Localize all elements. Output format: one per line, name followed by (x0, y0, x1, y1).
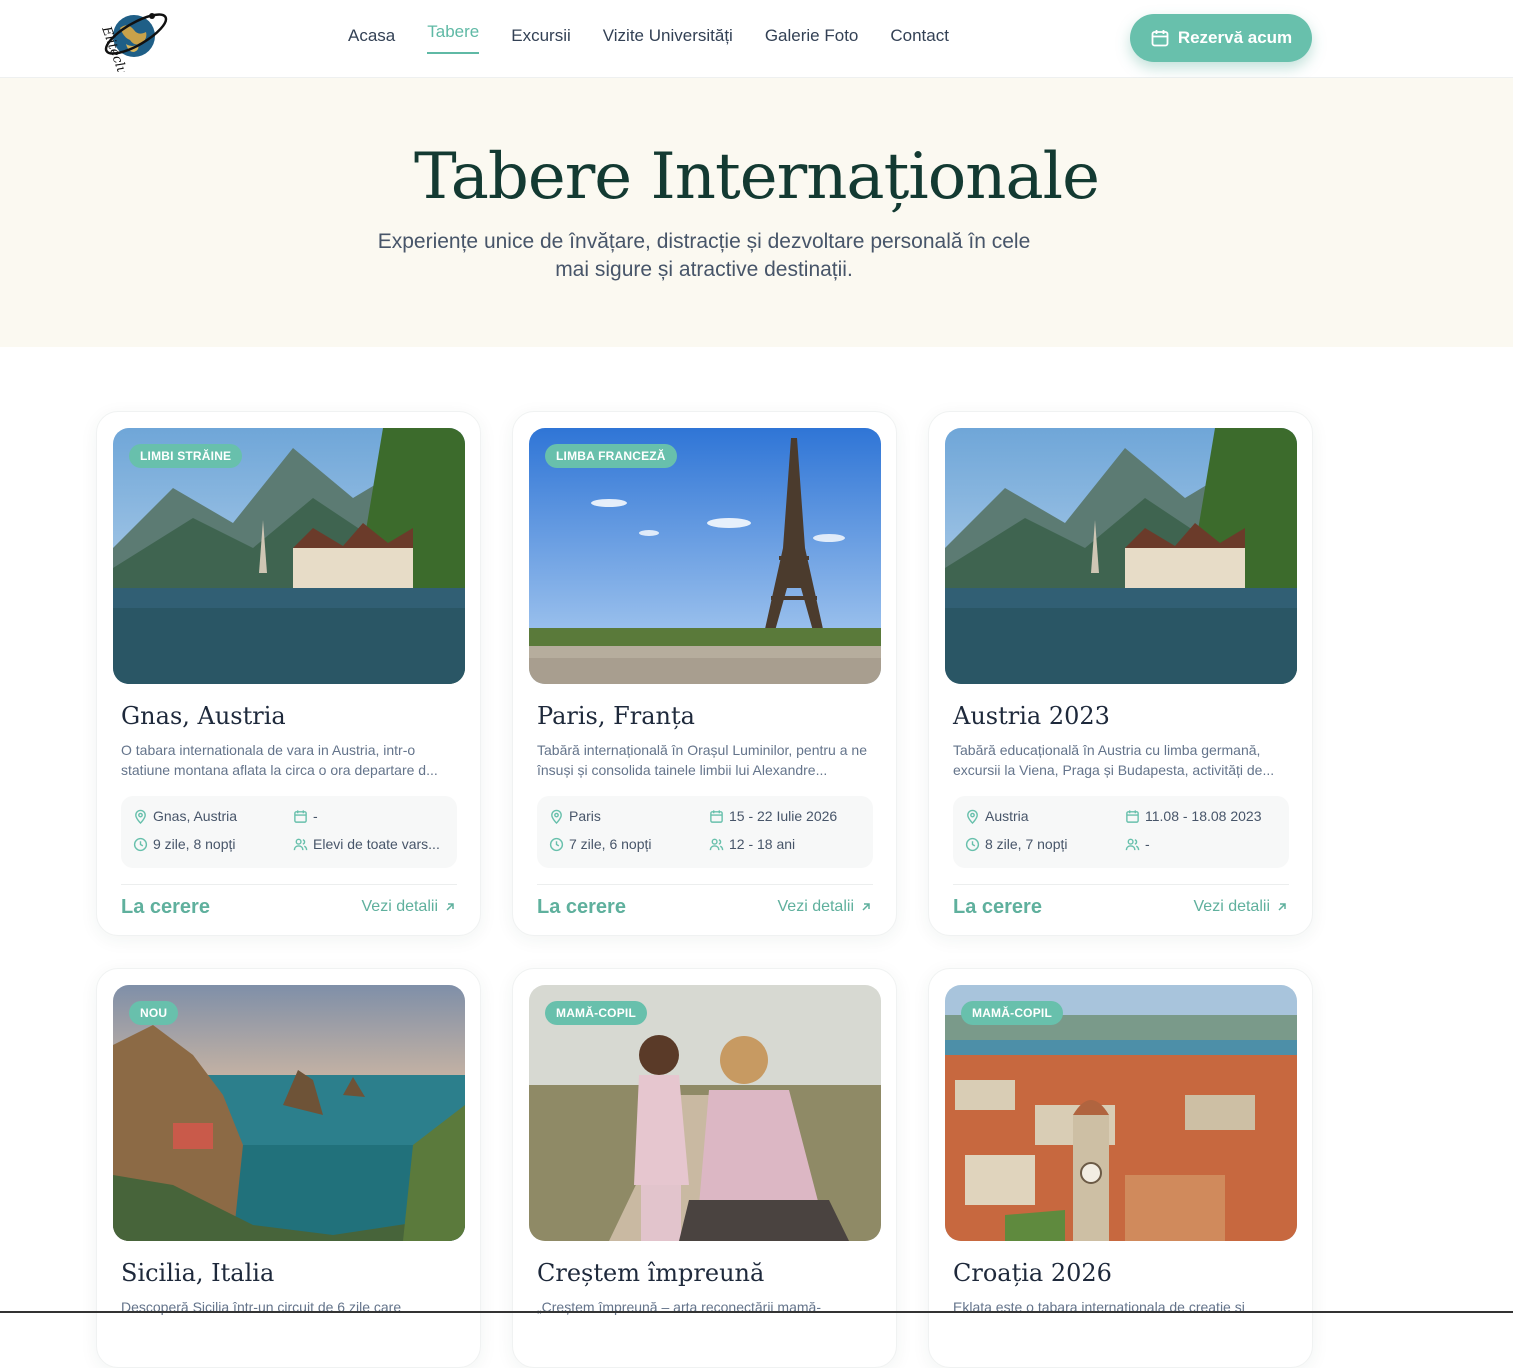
category-badge: NOU (129, 1001, 179, 1025)
view-details-link[interactable]: Vezi detalii (362, 898, 457, 916)
category-badge: MAMĂ-COPIL (545, 1001, 647, 1025)
camp-card[interactable]: Austria 2023 Tabără educațională în Aust… (928, 411, 1313, 936)
camp-dates: 11.08 - 18.08 2023 (1145, 808, 1262, 824)
hero-section: Tabere Internaționale Experiențe unice d… (0, 78, 1513, 347)
category-badge: LIMBA FRANCEZĂ (545, 444, 677, 468)
camp-title[interactable]: Gnas, Austria (121, 702, 286, 730)
eliteclub-logo[interactable]: Eliteclub (96, 4, 170, 85)
nav-vizite-universitati[interactable]: Vizite Universități (603, 24, 733, 54)
clock-icon (965, 837, 980, 851)
arrow-up-right-icon (1278, 903, 1286, 911)
clock-icon (549, 837, 564, 851)
main-nav: Acasa Tabere Excursii Vizite Universităț… (348, 22, 981, 54)
camp-duration: 7 zile, 6 nopți (569, 836, 652, 852)
nav-galerie-foto[interactable]: Galerie Foto (765, 24, 859, 54)
camp-title[interactable]: Creștem împreună (537, 1259, 764, 1287)
location-pin-icon (551, 809, 562, 824)
calendar-icon (1126, 809, 1139, 823)
nav-excursii[interactable]: Excursii (511, 24, 571, 54)
nav-tabere[interactable]: Tabere (427, 20, 480, 54)
camp-title[interactable]: Croația 2026 (953, 1259, 1112, 1287)
location-pin-icon (135, 809, 146, 824)
camp-description: O tabara internationala de vara in Austr… (121, 742, 438, 778)
category-badge: MAMĂ-COPIL (961, 1001, 1063, 1025)
camp-age: 12 - 18 ani (729, 836, 796, 852)
camp-description: Descoperă Sicilia într-un circuit de 6 z… (121, 1299, 402, 1315)
page-title: Tabere Internaționale (413, 140, 1100, 214)
view-details-link[interactable]: Vezi detalii (1194, 898, 1289, 916)
users-icon (293, 838, 308, 850)
card-divider (537, 884, 873, 885)
camp-price: La cerere (537, 896, 626, 918)
camp-description: Eklata este o tabara internationala de c… (953, 1299, 1245, 1315)
camp-description: Tabără educațională în Austria cu limba … (953, 742, 1275, 778)
users-icon (1125, 838, 1140, 850)
calendar-icon (1151, 30, 1169, 47)
camp-meta: Paris 15 - 22 Iulie 2026 7 zile, 6 nopți… (537, 796, 873, 868)
camp-title[interactable]: Paris, Franța (537, 702, 695, 730)
camp-location: Austria (985, 808, 1029, 824)
site-header: Eliteclub Acasa Tabere Excursii Vizite U… (0, 0, 1513, 85)
camp-title[interactable]: Austria 2023 (953, 702, 1110, 730)
camp-duration: 9 zile, 8 nopți (153, 836, 236, 852)
camp-location: Paris (569, 808, 601, 824)
calendar-icon (294, 809, 307, 823)
card-divider (121, 884, 457, 885)
camp-meta: Gnas, Austria - 9 zile, 8 nopți Elevi de… (121, 796, 457, 868)
nav-acasa[interactable]: Acasa (348, 24, 395, 54)
camp-card[interactable]: LIMBA FRANCEZĂ Paris, Franța Tabără inte… (512, 411, 897, 936)
page-subtitle: Experiențe unice de învățare, distracție… (377, 230, 1031, 281)
camp-dates: - (313, 808, 318, 824)
camp-card[interactable]: LIMBI STRĂINE Gnas, Austria O tabara int… (96, 411, 481, 936)
arrow-up-right-icon (862, 903, 870, 911)
nav-contact[interactable]: Contact (890, 24, 949, 54)
view-details-link[interactable]: Vezi detalii (778, 898, 873, 916)
book-now-button[interactable]: Rezervă acum (1130, 14, 1312, 62)
clock-icon (133, 837, 148, 851)
camp-duration: 8 zile, 7 nopți (985, 836, 1068, 852)
camp-image-lake-village (945, 428, 1297, 684)
camp-meta: Austria 11.08 - 18.08 2023 8 zile, 7 nop… (953, 796, 1289, 868)
camp-age: Elevi de toate vars... (313, 836, 440, 852)
arrow-up-right-icon (446, 903, 454, 911)
view-details-label: Vezi detalii (361, 898, 439, 915)
camp-title[interactable]: Sicilia, Italia (121, 1259, 274, 1287)
book-now-label: Rezervă acum (1177, 28, 1293, 47)
users-icon (709, 838, 724, 850)
camp-dates: 15 - 22 Iulie 2026 (729, 808, 838, 824)
camp-price: La cerere (121, 896, 210, 918)
camp-description: Tabără internațională în Orașul Luminilo… (537, 742, 867, 778)
camp-card[interactable]: NOU Sicilia, Italia Descoperă Sicilia în… (96, 968, 481, 1368)
view-details-label: Vezi detalii (777, 898, 855, 915)
view-details-label: Vezi detalii (1193, 898, 1271, 915)
camp-card[interactable]: MAMĂ-COPIL Croația 2026 Eklata este o ta… (928, 968, 1313, 1368)
camp-price: La cerere (953, 896, 1042, 918)
card-divider (953, 884, 1289, 885)
location-pin-icon (967, 809, 978, 824)
camp-card[interactable]: MAMĂ-COPIL Creștem împreună „Creștem împ… (512, 968, 897, 1368)
category-badge: LIMBI STRĂINE (129, 444, 243, 468)
camp-description: „Creștem împreună – arta reconectării ma… (537, 1299, 821, 1315)
calendar-icon (710, 809, 723, 823)
camp-location: Gnas, Austria (153, 808, 238, 824)
camp-age: - (1145, 836, 1150, 852)
